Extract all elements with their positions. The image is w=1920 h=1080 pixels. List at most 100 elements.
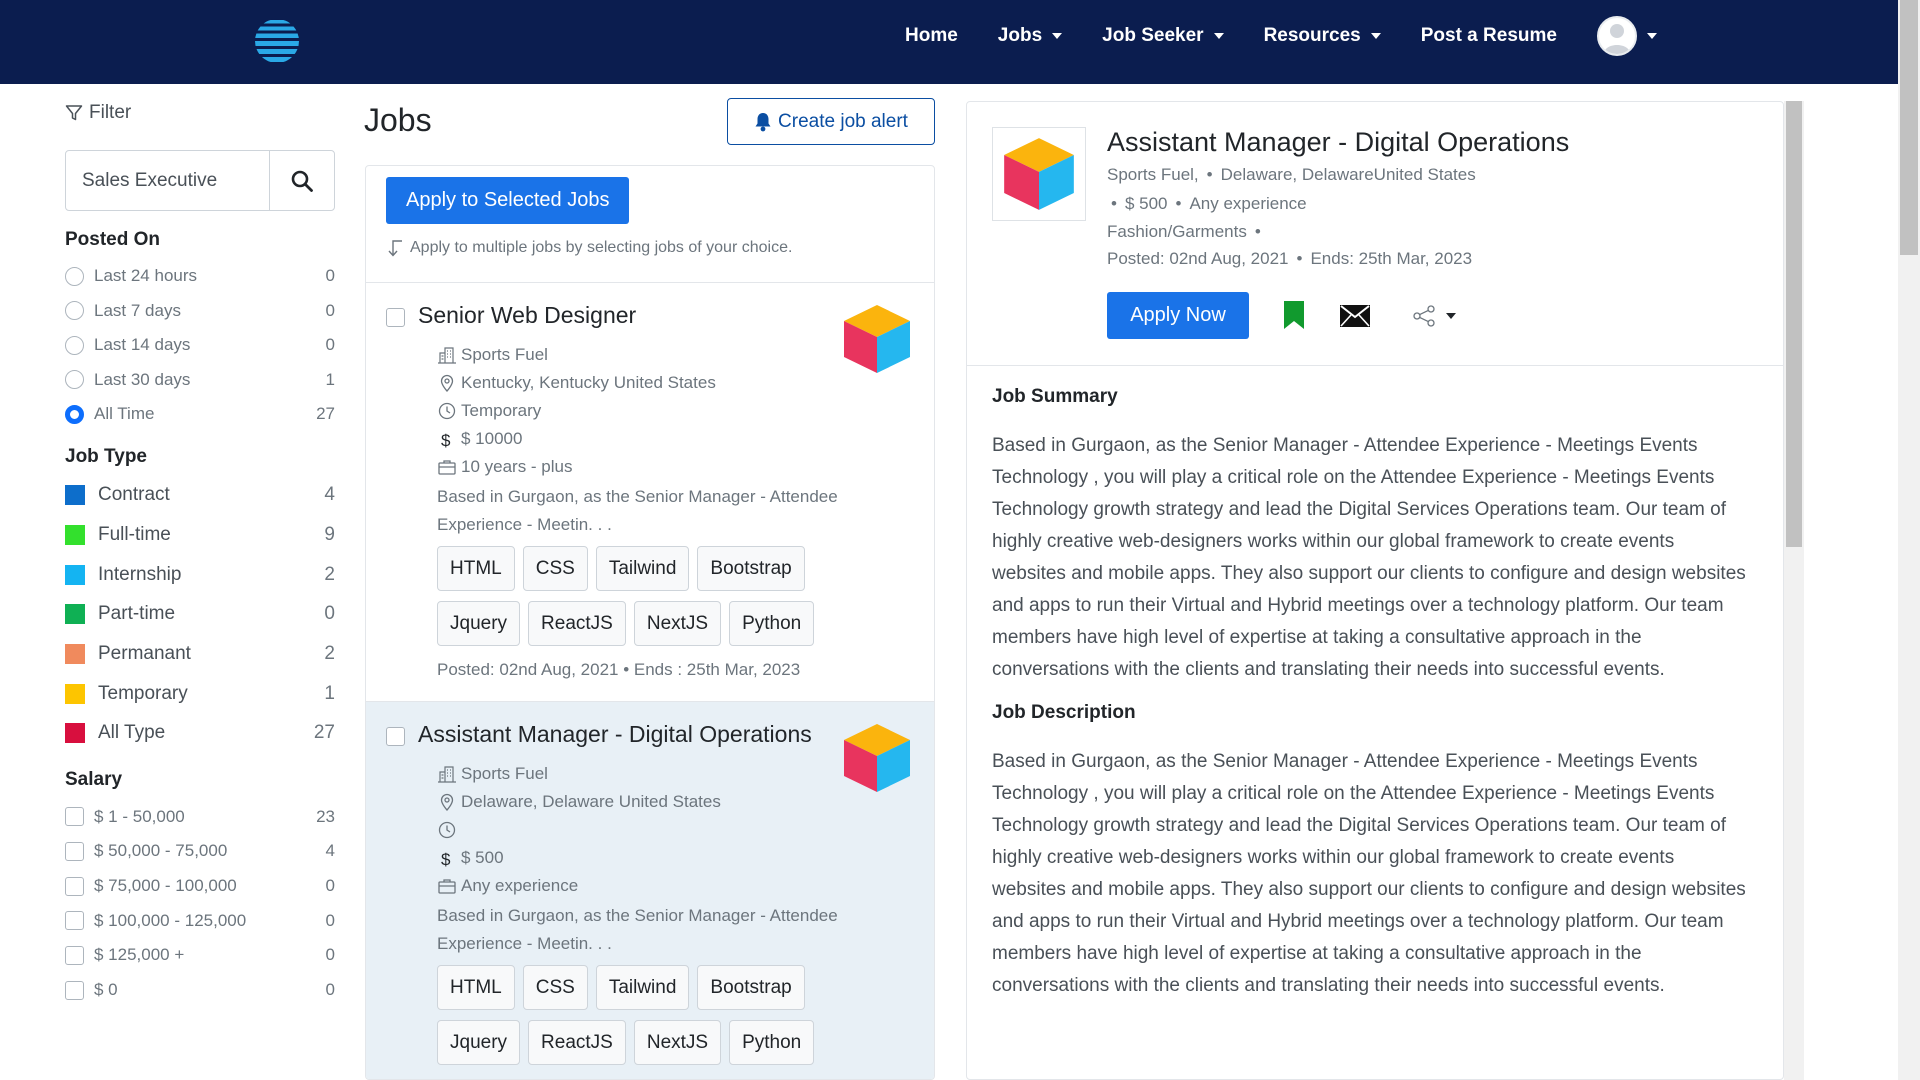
skill-tag: Jquery [437, 1020, 521, 1065]
skill-tag: ReactJS [528, 601, 626, 646]
radio-button[interactable] [65, 266, 84, 286]
option-label: Last 24 hours [94, 266, 198, 286]
job-type-option[interactable]: Internship 2 [65, 555, 335, 595]
salary-option[interactable]: $ 1 - 50,000 23 [65, 799, 335, 834]
option-label: Internship [98, 563, 182, 585]
salary-option[interactable]: $ 50,000 - 75,000 4 [65, 834, 335, 869]
bullet-separator: • [1296, 249, 1303, 268]
salary-option[interactable]: $ 100,000 - 125,000 0 [65, 903, 335, 938]
page-scrollbar-thumb[interactable] [1900, 0, 1918, 255]
nav-home-label: Home [905, 25, 958, 46]
job-type-text: Temporary [461, 401, 542, 420]
posted-option[interactable]: Last 14 days 0 [65, 328, 335, 363]
nav-job-seeker[interactable]: Job Seeker [1102, 25, 1224, 47]
color-swatch[interactable] [65, 644, 85, 665]
create-job-alert-button[interactable]: Create job alert [727, 98, 935, 145]
job-type-option[interactable]: Temporary 1 [65, 674, 335, 714]
job-type-option[interactable]: Part-time 0 [65, 595, 335, 635]
radio-button[interactable] [65, 370, 84, 390]
salary-text: $ 10000 [461, 429, 523, 448]
share-button[interactable] [1412, 305, 1456, 327]
filter-heading[interactable]: Filter [65, 98, 335, 128]
experience-text: 10 years - plus [461, 457, 573, 476]
detail-scrollbar-thumb[interactable] [1786, 101, 1802, 547]
nav-resources[interactable]: Resources [1264, 25, 1381, 47]
option-label: $ 50,000 - 75,000 [94, 841, 228, 861]
option-count: 0 [324, 603, 335, 625]
posted-option[interactable]: Last 30 days 1 [65, 363, 335, 398]
skill-tag: Jquery [437, 601, 521, 646]
bell-icon [755, 112, 771, 131]
option-count: 2 [324, 643, 335, 665]
job-detail-title: Assistant Manager - Digital Operations [1107, 127, 1570, 157]
end-date: Ends: 25th Mar, 2023 [1310, 249, 1473, 268]
job-select-checkbox[interactable] [386, 727, 405, 746]
chevron-down-icon [1446, 313, 1456, 319]
nav-jobs[interactable]: Jobs [998, 25, 1063, 47]
salary-option[interactable]: $ 125,000 + 0 [65, 938, 335, 973]
checkbox[interactable] [65, 841, 84, 861]
job-type-option[interactable]: Full-time 9 [65, 515, 335, 555]
company-logo [842, 303, 912, 375]
nav-post-resume[interactable]: Post a Resume [1421, 25, 1557, 47]
checkbox[interactable] [65, 980, 84, 1000]
checkbox[interactable] [65, 945, 84, 965]
color-swatch[interactable] [65, 723, 85, 744]
skill-tag: CSS [522, 965, 588, 1010]
bullet-separator: • [1254, 222, 1261, 241]
bookmark-button[interactable] [1283, 300, 1305, 335]
color-swatch[interactable] [65, 683, 85, 704]
posted-date: Posted: 02nd Aug, 2021 [1107, 249, 1289, 268]
job-title[interactable]: Senior Web Designer [418, 301, 818, 330]
nav-home[interactable]: Home [905, 25, 958, 47]
job-detail-category-line: Fashion/Garments • [1107, 222, 1269, 242]
job-select-checkbox[interactable] [386, 308, 405, 327]
skill-tag: HTML [437, 546, 515, 591]
job-type-option[interactable]: Permanant 2 [65, 634, 335, 674]
experience-text: Any experience [461, 876, 579, 895]
job-type-option[interactable]: Contract 4 [65, 476, 335, 516]
posted-option[interactable]: Last 7 days 0 [65, 294, 335, 329]
radio-button[interactable] [65, 335, 84, 355]
job-type [437, 816, 914, 844]
job-salary: $ $ 10000 [437, 425, 914, 453]
salary-title: Salary [65, 769, 123, 791]
chevron-down-icon [1052, 33, 1063, 39]
location-text: Delaware, Delaware United States [461, 792, 721, 811]
att-logo[interactable] [252, 18, 302, 64]
email-button[interactable] [1340, 305, 1370, 332]
radio-button[interactable] [65, 301, 84, 321]
option-count: 0 [325, 910, 335, 930]
job-experience: 10 years - plus [437, 453, 914, 481]
location-text: Delaware, DelawareUnited States [1220, 165, 1476, 184]
job-type-option[interactable]: All Type 27 [65, 714, 335, 754]
color-swatch[interactable] [65, 564, 85, 585]
radio-button-selected[interactable] [65, 404, 84, 424]
salary-option[interactable]: $ 0 0 [65, 973, 335, 1008]
create-job-alert-label: Create job alert [778, 110, 908, 132]
user-menu[interactable] [1596, 16, 1657, 56]
apply-now-button[interactable]: Apply Now [1107, 292, 1249, 339]
job-experience: Any experience [437, 872, 914, 900]
checkbox[interactable] [65, 807, 84, 827]
option-count: 9 [324, 524, 335, 546]
option-count: 23 [316, 806, 335, 826]
search-button[interactable] [270, 151, 334, 210]
search-input[interactable] [66, 151, 270, 210]
company-logo [992, 127, 1086, 221]
posted-option[interactable]: Last 24 hours 0 [65, 259, 335, 294]
checkbox[interactable] [65, 911, 84, 931]
color-swatch[interactable] [65, 525, 85, 546]
salary-option[interactable]: $ 75,000 - 100,000 0 [65, 869, 335, 904]
salary-options: $ 1 - 50,000 23 $ 50,000 - 75,000 4 $ 75,0… [65, 799, 335, 1007]
job-card-selected[interactable]: Assistant Manager - Digital Operations S… [366, 702, 934, 1079]
checkbox[interactable] [65, 876, 84, 896]
company-name: Sports Fuel, [1107, 165, 1199, 184]
color-swatch[interactable] [65, 604, 85, 625]
color-swatch[interactable] [65, 485, 85, 506]
job-title[interactable]: Assistant Manager - Digital Operations [418, 720, 818, 749]
posted-option[interactable]: All Time 27 [65, 397, 335, 432]
skill-tag: HTML [437, 965, 515, 1010]
job-card[interactable]: Senior Web Designer Sports Fuel Kentucky… [366, 283, 934, 702]
apply-selected-button[interactable]: Apply to Selected Jobs [386, 177, 630, 224]
